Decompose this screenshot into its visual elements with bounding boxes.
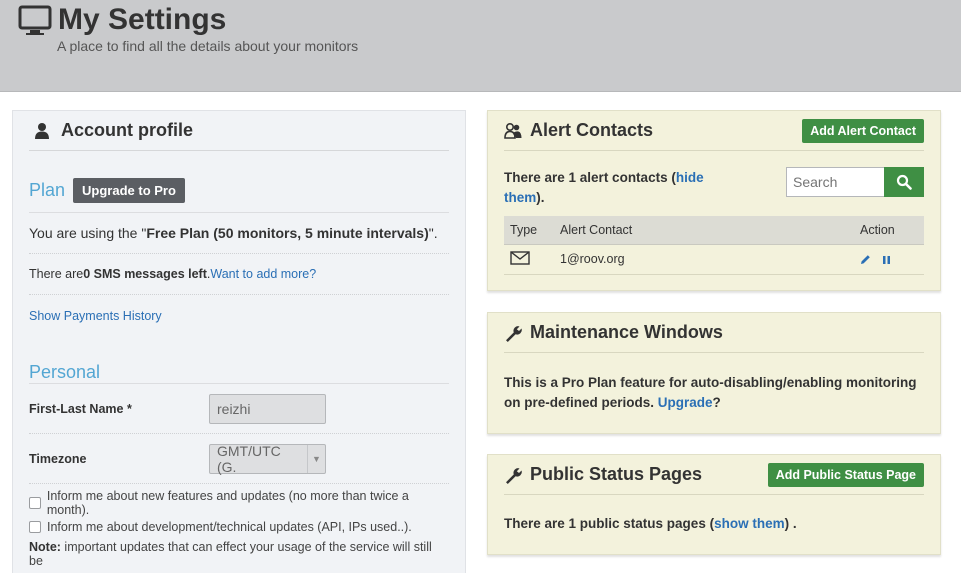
account-profile-header: Account profile <box>29 111 449 151</box>
plan-using-prefix: You are using the " <box>29 225 147 241</box>
contact-search <box>786 167 924 197</box>
alert-contacts-title: Alert Contacts <box>530 120 654 140</box>
note-label: Note: <box>29 540 61 554</box>
status-pages-header: Public Status Pages Add Public Status Pa… <box>504 455 924 495</box>
plan-using-suffix: ". <box>428 225 438 241</box>
search-icon <box>896 174 912 190</box>
maintenance-header: Maintenance Windows <box>504 313 924 353</box>
name-form-row: First-Last Name * reizhi <box>29 384 449 434</box>
show-status-pages-link[interactable]: show them <box>714 516 785 531</box>
sms-count: 0 SMS messages left <box>83 267 207 281</box>
alert-count-prefix: There are 1 alert contacts ( <box>504 170 676 185</box>
plan-info-row: You are using the " Free Plan (50 monitor… <box>29 213 449 254</box>
status-pages-card: Public Status Pages Add Public Status Pa… <box>487 454 941 555</box>
account-profile-panel: Account profile Plan Upgrade to Pro You … <box>12 110 466 573</box>
account-profile-title: Account profile <box>61 120 194 140</box>
column-header-action: Action <box>854 216 924 245</box>
alert-contacts-header: Alert Contacts Add Alert Contact <box>504 111 924 151</box>
timezone-label: Timezone <box>29 451 87 466</box>
envelope-icon <box>510 250 530 265</box>
table-row: 1@roov.org <box>504 244 924 275</box>
wrench-icon <box>506 325 522 342</box>
search-button[interactable] <box>884 167 924 197</box>
contact-search-input[interactable] <box>786 167 884 197</box>
alert-contacts-summary: There are 1 alert contacts (hide them). <box>504 167 734 208</box>
status-count-suffix: ) . <box>784 516 797 531</box>
contact-action-cell <box>854 244 924 275</box>
features-checkbox-label: Inform me about new features and updates… <box>46 489 409 517</box>
name-label: First-Last Name * <box>29 401 132 416</box>
table-header-row: Type Alert Contact Action <box>504 216 924 245</box>
page-header: My Settings A place to find all the deta… <box>0 0 961 92</box>
payments-history-link[interactable]: Show Payments History <box>29 309 162 323</box>
maintenance-upgrade-link[interactable]: Upgrade <box>658 395 713 410</box>
contact-type-cell <box>504 244 554 275</box>
add-sms-link[interactable]: Want to add more? <box>210 267 316 281</box>
status-count-prefix: There are 1 public status pages ( <box>504 516 715 531</box>
features-checkbox[interactable] <box>29 497 41 509</box>
column-header-type: Type <box>504 216 554 245</box>
wrench-icon <box>506 467 522 484</box>
plan-section-header: Plan Upgrade to Pro <box>29 151 449 213</box>
add-alert-contact-button[interactable]: Add Alert Contact <box>802 118 924 143</box>
contact-address-cell: 1@roov.org <box>554 244 854 275</box>
dev-checkbox[interactable] <box>29 521 41 533</box>
alert-contacts-card: Alert Contacts Add Alert Contact There a… <box>487 110 941 291</box>
status-pages-title: Public Status Pages <box>530 464 703 484</box>
users-icon <box>504 122 522 139</box>
user-icon <box>35 122 49 139</box>
alert-count-suffix: ). <box>536 190 545 205</box>
alert-contacts-summary-row: There are 1 alert contacts (hide them). <box>504 151 924 208</box>
payments-history-row: Show Payments History <box>29 295 449 336</box>
note-text: important updates that can effect your u… <box>29 540 432 568</box>
sms-info-row: There are 0 SMS messages left. Want to a… <box>29 254 449 295</box>
timezone-form-row: Timezone GMT/UTC (G. ▼ <box>29 434 449 484</box>
sms-prefix: There are <box>29 267 84 281</box>
maintenance-windows-card: Maintenance Windows This is a Pro Plan f… <box>487 312 941 434</box>
timezone-value: GMT/UTC (G. <box>217 442 281 475</box>
pencil-icon[interactable] <box>860 254 871 265</box>
timezone-select[interactable]: GMT/UTC (G. ▼ <box>209 442 326 475</box>
column-header-contact: Alert Contact <box>554 216 854 245</box>
updates-note: Note: important updates that can effect … <box>29 540 449 568</box>
upgrade-to-pro-button[interactable]: Upgrade to Pro <box>73 178 185 203</box>
features-checkbox-row[interactable]: Inform me about new features and updates… <box>29 489 449 517</box>
alert-contacts-title-wrap: Alert Contacts <box>504 120 653 141</box>
chevron-down-icon: ▼ <box>307 444 325 473</box>
page-subtitle: A place to find all the details about yo… <box>57 38 359 54</box>
plan-section-title: Plan <box>29 180 66 200</box>
maintenance-text-suffix: ? <box>712 395 721 410</box>
personal-section-title: Personal <box>29 336 449 384</box>
monitor-icon <box>18 5 52 35</box>
maintenance-description: This is a Pro Plan feature for auto-disa… <box>504 353 924 413</box>
pause-icon[interactable] <box>882 255 891 265</box>
maintenance-title-wrap: Maintenance Windows <box>504 322 723 343</box>
name-input[interactable]: reizhi <box>209 393 326 424</box>
alert-contacts-table: Type Alert Contact Action 1@roov.org <box>504 216 924 275</box>
dev-checkbox-label: Inform me about development/technical up… <box>47 520 412 534</box>
add-status-page-button[interactable]: Add Public Status Page <box>767 462 924 487</box>
maintenance-title: Maintenance Windows <box>530 322 723 342</box>
status-pages-title-wrap: Public Status Pages <box>504 464 702 485</box>
status-pages-summary: There are 1 public status pages (show th… <box>504 495 924 534</box>
plan-name: Free Plan (50 monitors, 5 minute interva… <box>146 225 429 241</box>
dev-checkbox-row[interactable]: Inform me about development/technical up… <box>29 515 449 539</box>
page-title-wrap: My Settings <box>18 3 226 37</box>
page-title: My Settings <box>58 3 227 36</box>
